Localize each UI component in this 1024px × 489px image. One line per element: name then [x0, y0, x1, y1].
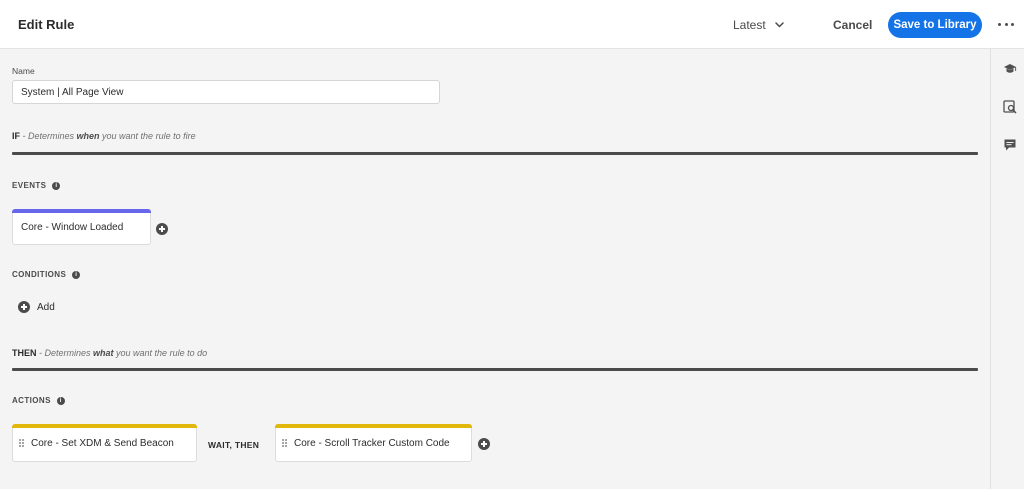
conditions-heading: CONDITIONS i — [12, 270, 81, 279]
drag-handle-icon[interactable] — [282, 438, 287, 449]
top-bar: Edit Rule Latest Cancel Save to Library — [0, 0, 1024, 49]
event-card-label: Core - Window Loaded — [21, 221, 124, 233]
event-card[interactable]: Core - Window Loaded — [12, 209, 151, 245]
comment-icon[interactable] — [1003, 138, 1017, 152]
if-divider — [12, 152, 978, 155]
save-to-library-button[interactable]: Save to Library — [888, 12, 982, 38]
action-card-accent — [275, 424, 472, 428]
cancel-button[interactable]: Cancel — [833, 18, 872, 32]
wait-then-label: WAIT, THEN — [208, 440, 260, 450]
then-divider — [12, 368, 978, 371]
more-options-icon[interactable] — [998, 18, 1014, 30]
if-section-heading: IF - Determines when you want the rule t… — [12, 131, 196, 141]
version-selector[interactable]: Latest — [733, 18, 784, 32]
version-label: Latest — [733, 18, 766, 32]
action-card-label: Core - Scroll Tracker Custom Code — [294, 437, 450, 449]
drag-handle-icon[interactable] — [19, 438, 24, 449]
action-card-label: Core - Set XDM & Send Beacon — [31, 437, 174, 449]
if-keyword: IF — [12, 131, 20, 141]
action-card-accent — [12, 424, 197, 428]
preview-search-icon[interactable] — [1003, 100, 1017, 114]
name-label: Name — [12, 66, 35, 76]
info-icon[interactable]: i — [56, 396, 65, 405]
plus-icon — [18, 301, 30, 313]
events-heading: EVENTS i — [12, 181, 61, 190]
right-rail — [990, 49, 1024, 489]
chevron-down-icon — [774, 22, 784, 28]
action-card[interactable]: Core - Scroll Tracker Custom Code — [275, 424, 472, 462]
info-icon[interactable]: i — [52, 181, 61, 190]
add-condition-button[interactable]: Add — [18, 301, 55, 313]
actions-heading: ACTIONS i — [12, 396, 65, 405]
then-keyword: THEN — [12, 348, 37, 358]
info-icon[interactable]: i — [72, 270, 81, 279]
add-action-icon[interactable] — [478, 438, 490, 450]
then-section-heading: THEN - Determines what you want the rule… — [12, 348, 208, 358]
action-card[interactable]: Core - Set XDM & Send Beacon — [12, 424, 197, 462]
page-title: Edit Rule — [18, 17, 75, 32]
add-event-icon[interactable] — [156, 223, 168, 235]
graduation-cap-icon[interactable] — [1003, 62, 1017, 76]
add-condition-label: Add — [37, 301, 55, 313]
rule-name-input[interactable] — [12, 80, 440, 104]
event-card-accent — [12, 209, 151, 213]
